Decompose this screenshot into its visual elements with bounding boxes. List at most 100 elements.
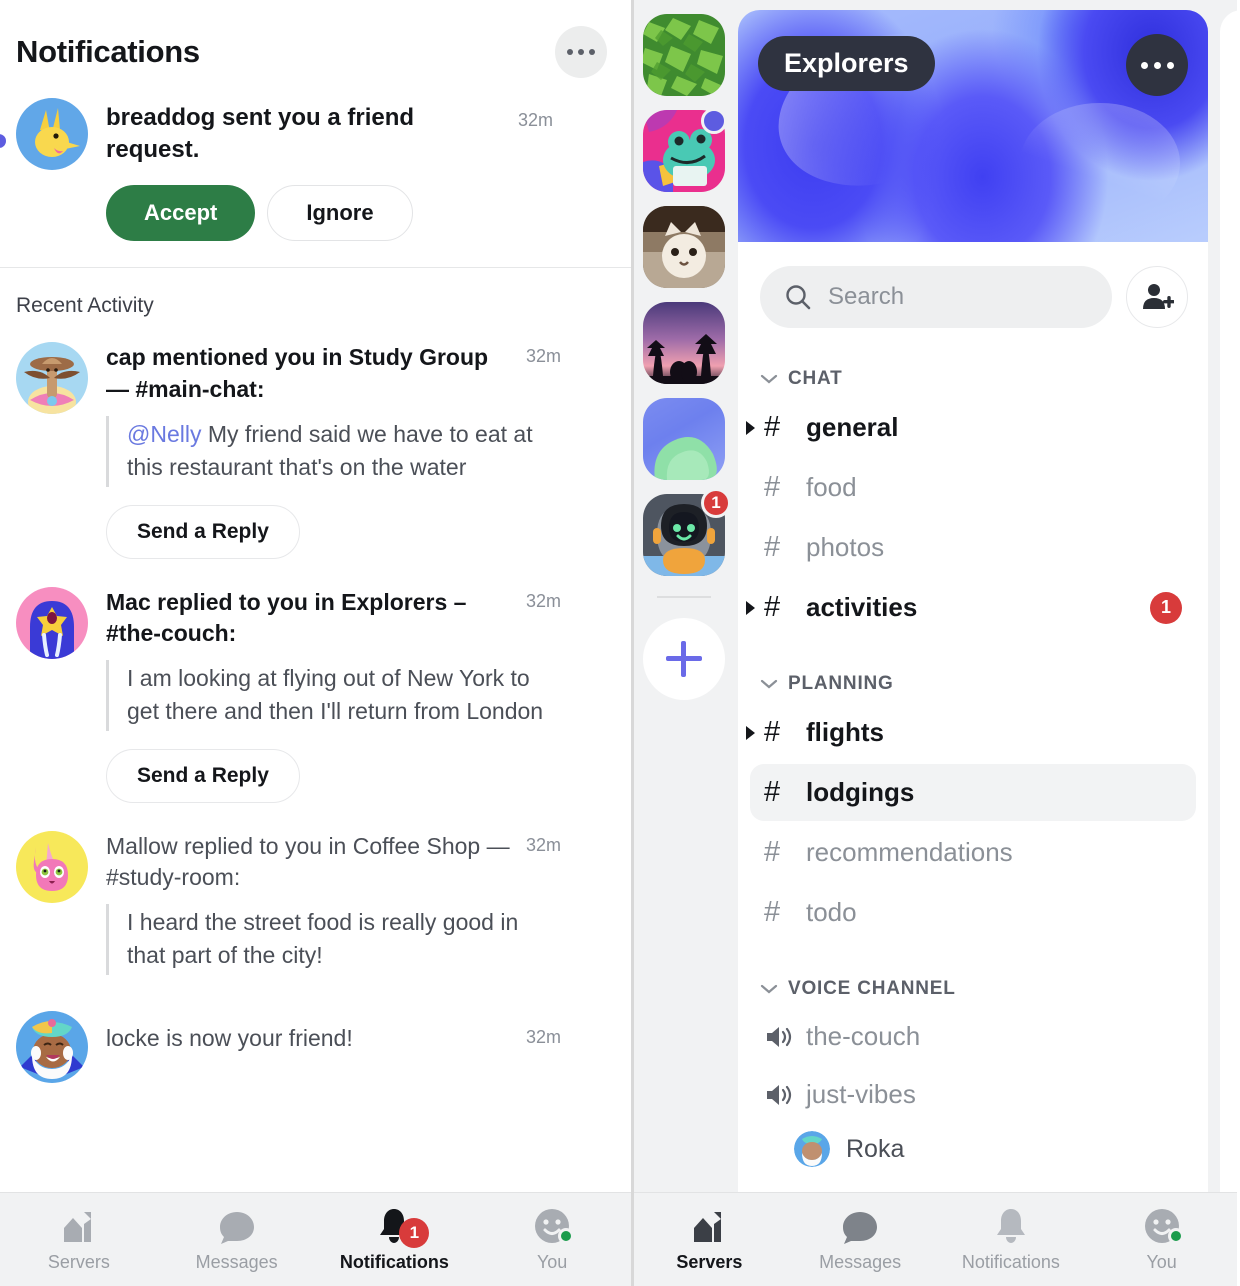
category-label: VOICE CHANNEL xyxy=(788,978,956,999)
accept-button[interactable]: Accept xyxy=(106,185,256,242)
tab-notifications[interactable]: 1 Notifications xyxy=(316,1206,474,1273)
friend-request-text: breaddog sent you a friend request. xyxy=(106,104,415,163)
hash-icon: # xyxy=(764,896,781,928)
list-item[interactable]: locke is now your friend! 32m xyxy=(0,989,631,1097)
channel-recommendations[interactable]: # recommendations xyxy=(750,824,1196,881)
voice-channel-the-couch[interactable]: the-couch xyxy=(750,1009,1196,1064)
category-label: CHAT xyxy=(788,368,843,389)
voice-member[interactable]: Roka xyxy=(738,1125,1208,1173)
category-header-chat[interactable]: CHAT xyxy=(738,346,1208,396)
activity-headline: cap mentioned you in Study Group — #main… xyxy=(106,344,489,403)
list-item[interactable]: Mallow replied to you in Coffee Shop — #… xyxy=(0,817,631,989)
channel-name: food xyxy=(806,472,857,502)
hash-icon: # xyxy=(764,591,781,623)
channel-food[interactable]: # food xyxy=(750,459,1196,516)
you-avatar-icon xyxy=(533,1206,575,1244)
tab-messages[interactable]: Messages xyxy=(158,1206,316,1273)
hash-icon: # xyxy=(764,776,781,808)
bottom-tab-bar: Servers Messages 1 Notifications You xyxy=(0,1192,631,1286)
server-icon-broccoli[interactable] xyxy=(643,14,725,96)
avatar[interactable] xyxy=(16,342,88,415)
channel-name: recommendations xyxy=(806,837,1013,867)
channel-name: todo xyxy=(806,897,857,927)
servers-icon xyxy=(60,1206,98,1244)
avatar[interactable] xyxy=(16,830,88,903)
channel-todo[interactable]: # todo xyxy=(750,884,1196,941)
server-name-pill[interactable]: Explorers xyxy=(758,36,935,91)
avatar[interactable] xyxy=(16,1010,88,1083)
add-person-icon xyxy=(1143,284,1174,309)
chevron-down-icon xyxy=(760,984,778,994)
page-title: Notifications xyxy=(16,34,200,69)
chevron-down-icon xyxy=(760,374,778,384)
notifications-pane: Notifications breaddog sent you a friend… xyxy=(0,0,634,1286)
unread-caret xyxy=(746,600,755,615)
tab-messages[interactable]: Messages xyxy=(785,1206,936,1273)
add-server-button[interactable] xyxy=(643,618,725,700)
timestamp: 32m xyxy=(526,346,562,367)
tab-label: Messages xyxy=(195,1252,278,1272)
channel-lodgings[interactable]: # lodgings xyxy=(750,764,1196,821)
voice-channel-just-vibes[interactable]: just-vibes xyxy=(750,1067,1196,1122)
timestamp: 32m xyxy=(526,1026,562,1047)
recent-activity-label: Recent Activity xyxy=(16,294,154,318)
server-icon-frog[interactable] xyxy=(643,108,727,192)
search-row: Search xyxy=(738,242,1208,346)
server-icon-cat[interactable] xyxy=(643,206,725,288)
more-horizontal-icon[interactable] xyxy=(555,26,607,78)
messages-icon xyxy=(841,1206,879,1244)
messages-icon xyxy=(218,1206,256,1244)
tab-label: You xyxy=(536,1252,568,1272)
channel-photos[interactable]: # photos xyxy=(750,519,1196,576)
adjacent-panel-peek xyxy=(1220,10,1237,1280)
tab-servers[interactable]: Servers xyxy=(634,1206,785,1273)
channel-general[interactable]: # general xyxy=(746,399,1196,456)
server-rail: 1 xyxy=(634,0,734,1286)
category-header-voice[interactable]: VOICE CHANNEL xyxy=(738,944,1208,1006)
channel-flights[interactable]: # flights xyxy=(746,704,1196,761)
channel-activities[interactable]: # activities 1 xyxy=(746,579,1196,636)
server-icon-green-blob[interactable] xyxy=(643,398,725,480)
tab-label: You xyxy=(1146,1252,1177,1272)
send-reply-button[interactable]: Send a Reply xyxy=(106,504,300,559)
ignore-button[interactable]: Ignore xyxy=(267,185,413,242)
channel-name: photos xyxy=(806,532,885,562)
servers-icon xyxy=(690,1206,728,1244)
rail-divider xyxy=(657,596,711,598)
search-placeholder: Search xyxy=(828,283,905,310)
tab-you[interactable]: You xyxy=(1086,1206,1237,1273)
server-icon-robot[interactable]: 1 xyxy=(643,488,731,576)
avatar[interactable] xyxy=(16,586,88,659)
timestamp: 32m xyxy=(526,834,562,855)
tab-label: Servers xyxy=(676,1252,743,1272)
mention-link[interactable]: @Nelly xyxy=(127,421,201,447)
presence-indicator xyxy=(558,1228,575,1244)
friend-request-card: breaddog sent you a friend request. 32m … xyxy=(0,92,631,269)
avatar[interactable] xyxy=(16,98,88,170)
tab-servers[interactable]: Servers xyxy=(0,1206,158,1273)
send-reply-button[interactable]: Send a Reply xyxy=(106,748,300,803)
timestamp: 32m xyxy=(526,590,562,611)
list-item[interactable]: Mac replied to you in Explorers – #the-c… xyxy=(0,573,631,817)
server-unread-badge: 1 xyxy=(701,488,731,518)
server-icon-sunset[interactable] xyxy=(643,302,725,384)
speaker-icon xyxy=(764,1082,806,1108)
channel-name: flights xyxy=(806,717,884,747)
category-header-planning[interactable]: PLANNING xyxy=(738,639,1208,701)
timestamp: 32m xyxy=(518,110,554,130)
hash-icon: # xyxy=(764,531,781,563)
category-label: PLANNING xyxy=(788,673,894,694)
tab-notifications[interactable]: Notifications xyxy=(936,1206,1087,1273)
channel-name: general xyxy=(806,412,899,442)
search-input[interactable]: Search xyxy=(760,266,1112,328)
app-screen: Notifications breaddog sent you a friend… xyxy=(0,0,1240,1286)
bottom-tab-bar: Servers Messages Notifications You xyxy=(634,1192,1237,1286)
more-horizontal-icon[interactable] xyxy=(1126,34,1188,96)
unread-indicator xyxy=(0,134,6,148)
tab-you[interactable]: You xyxy=(473,1206,631,1273)
tab-label: Messages xyxy=(819,1252,902,1272)
list-item[interactable]: cap mentioned you in Study Group — #main… xyxy=(0,328,631,572)
add-friend-button[interactable] xyxy=(1126,266,1188,328)
channel-name: just-vibes xyxy=(806,1079,916,1109)
hash-icon: # xyxy=(764,836,781,868)
